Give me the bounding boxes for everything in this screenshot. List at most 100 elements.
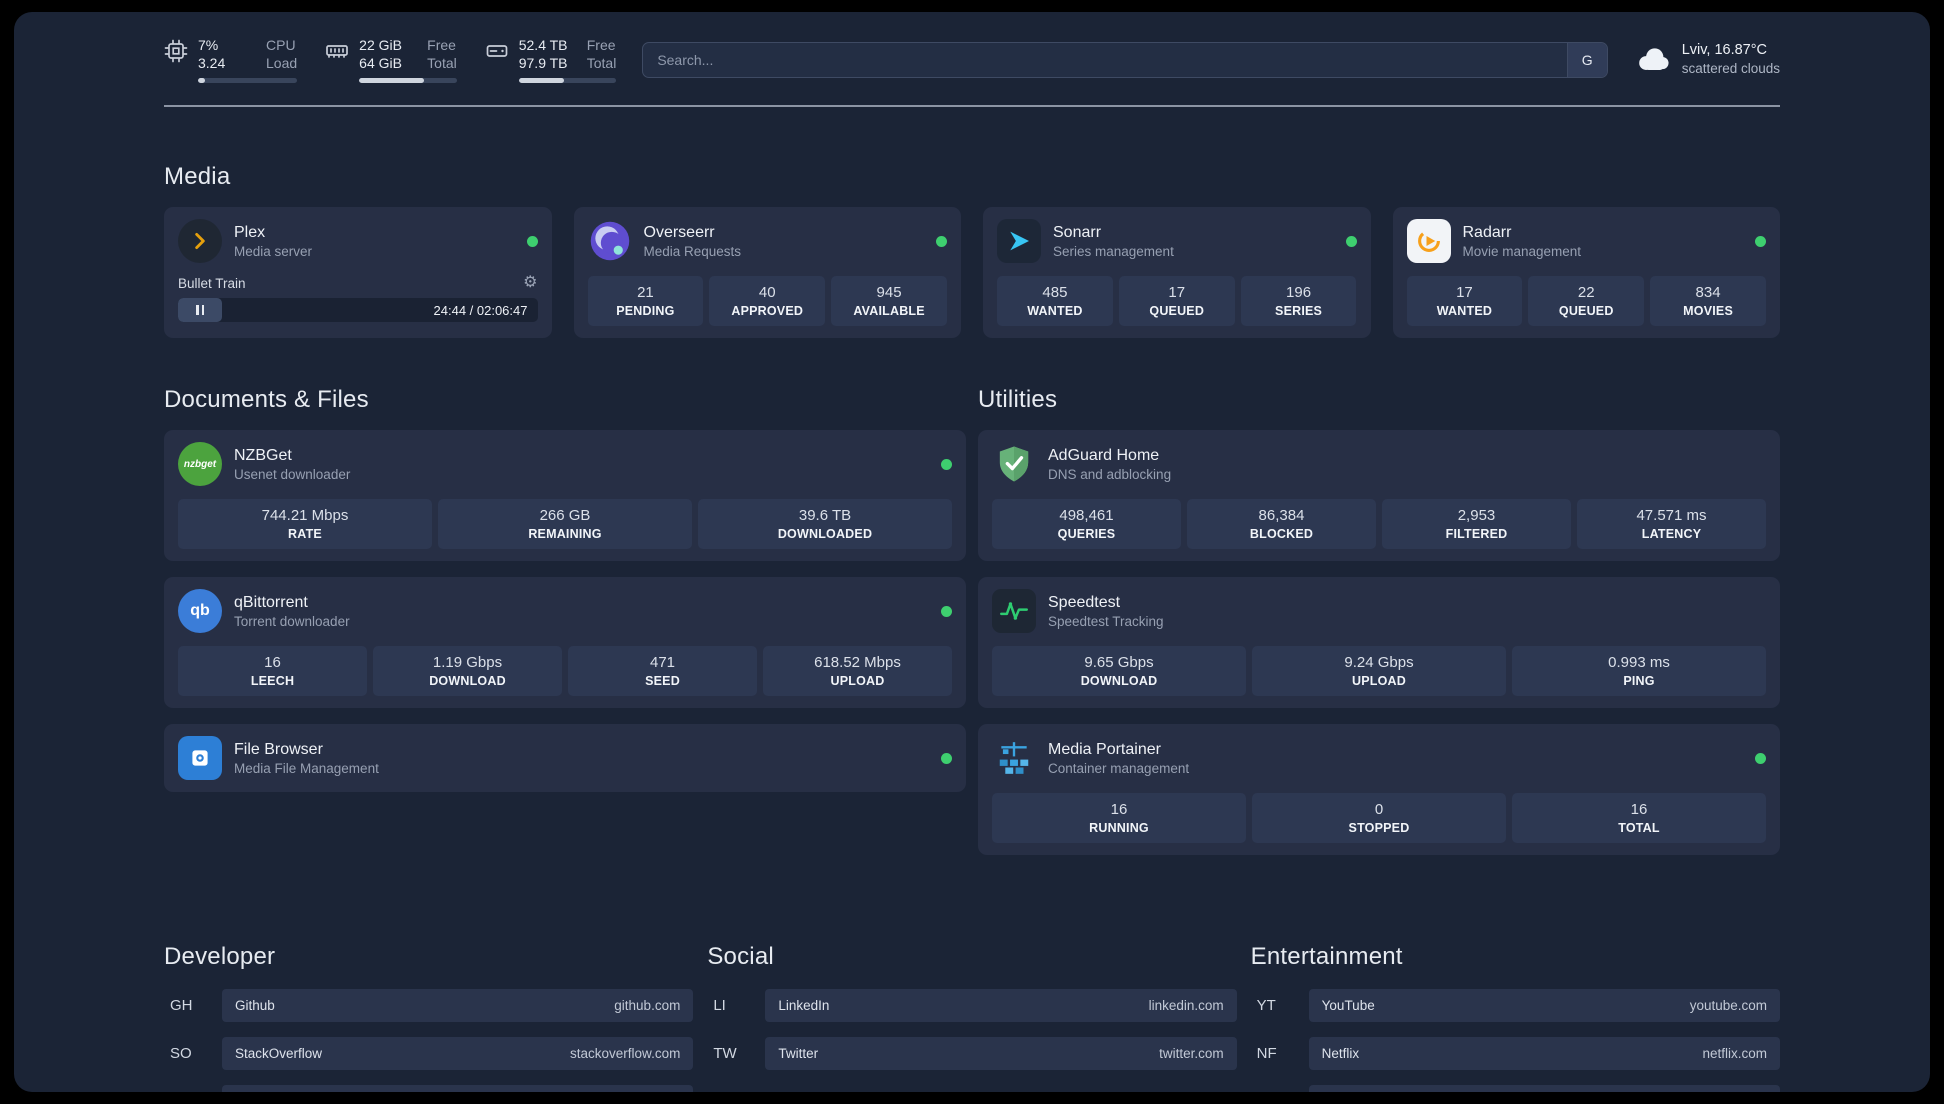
nzbget-icon: nzbget xyxy=(178,442,222,487)
app-name: Speedtest xyxy=(1048,593,1121,611)
stat-downloaded: 39.6 TB DOWNLOADED xyxy=(698,499,952,550)
bookmark-stackoverflow[interactable]: SO StackOverflow stackoverflow.com xyxy=(164,1037,694,1071)
app-card-adguard[interactable]: AdGuard Home DNS and adblocking 498,461 … xyxy=(978,430,1780,562)
bookmark-abbr: TW xyxy=(713,1045,737,1063)
bookmark-abbr: LI xyxy=(713,997,726,1015)
section-utilities: Utilities AdGuard Home DNS and adblockin… xyxy=(978,386,1780,856)
stat-leech: 16 LEECH xyxy=(178,646,367,697)
section-title-documents: Documents & Files xyxy=(164,386,369,414)
stat-download: 1.19 Gbps DOWNLOAD xyxy=(373,646,562,697)
bookmark-github[interactable]: GH Github github.com xyxy=(164,989,694,1023)
resource-widgets: 7% 3.24 CPU Load 22 GiB 64 GiB Free Tota… xyxy=(164,36,617,84)
stat-queued: 22 QUEUED xyxy=(1528,276,1645,327)
disk-free-label: Free xyxy=(586,37,616,53)
bookmark-reddit[interactable]: RE Reddit reddit.com xyxy=(1251,1085,1780,1092)
app-subtitle: Torrent downloader xyxy=(234,613,350,629)
bookmark-name: LinkedIn xyxy=(778,998,830,1014)
app-card-plex[interactable]: Plex Media server Bullet Train ⚙ 24:44 /… xyxy=(164,207,552,339)
pause-button[interactable] xyxy=(178,298,222,323)
search-bar: G xyxy=(642,41,1608,78)
bookmark-group-developer: Developer GH Github github.com SO StackO… xyxy=(164,943,694,1092)
status-dot xyxy=(1345,235,1357,247)
gear-icon[interactable]: ⚙ xyxy=(523,275,537,291)
section-title-social: Social xyxy=(707,943,774,971)
bookmark-name: YouTube xyxy=(1321,998,1375,1014)
bookmark-netflix[interactable]: NF Netflix netflix.com xyxy=(1251,1037,1780,1071)
status-dot xyxy=(941,458,952,470)
plex-now-playing: Bullet Train ⚙ 24:44 / 02:06:47 xyxy=(178,275,538,323)
memory-progress-fill xyxy=(359,78,424,84)
app-card-nzbget[interactable]: nzbget NZBGet Usenet downloader 744.21 M… xyxy=(164,430,966,562)
app-card-filebrowser[interactable]: File Browser Media File Management xyxy=(164,724,966,793)
bookmark-domain: netflix.com xyxy=(1702,1046,1767,1062)
search-provider-button[interactable]: G xyxy=(1566,42,1607,77)
app-name: Media Portainer xyxy=(1048,740,1161,758)
bookmark-group-entertainment: Entertainment YT YouTube youtube.com NF … xyxy=(1251,943,1780,1092)
adguard-icon xyxy=(992,442,1036,486)
stat-available: 945 AVAILABLE xyxy=(831,276,947,327)
app-subtitle: Series management xyxy=(1053,243,1174,259)
bookmark-abbr: YT xyxy=(1256,997,1276,1015)
app-name: Overseerr xyxy=(643,223,715,241)
search-input[interactable] xyxy=(643,42,1567,77)
weather-condition: scattered clouds xyxy=(1681,61,1780,77)
bookmark-twitter[interactable]: TW Twitter twitter.com xyxy=(707,1037,1237,1071)
app-card-radarr[interactable]: Radarr Movie management 17 WANTED 22 QUE… xyxy=(1392,207,1780,339)
app-subtitle: Usenet downloader xyxy=(234,466,351,482)
app-card-qbittorrent[interactable]: qb qBittorrent Torrent downloader 16 LEE… xyxy=(164,577,966,709)
memory-total-value: 64 GiB xyxy=(359,55,402,72)
bookmark-youtube[interactable]: YT YouTube youtube.com xyxy=(1251,989,1780,1023)
section-title-entertainment: Entertainment xyxy=(1250,943,1403,971)
playback-time: 24:44 / 02:06:47 xyxy=(433,302,528,318)
section-title-utilities: Utilities xyxy=(978,386,1058,414)
speedtest-icon xyxy=(992,589,1036,634)
status-dot xyxy=(941,605,952,617)
weather-widget[interactable]: Lviv, 16.87°C scattered clouds xyxy=(1634,41,1780,77)
app-subtitle: Speedtest Tracking xyxy=(1048,613,1164,629)
memory-progress-bar xyxy=(359,78,457,84)
bookmark-domain: youtube.com xyxy=(1689,998,1767,1014)
radarr-icon xyxy=(1406,219,1451,264)
bookmark-domain: stackoverflow.com xyxy=(570,1046,681,1062)
qbittorrent-icon: qb xyxy=(178,589,222,634)
disk-total-label: Total xyxy=(586,55,617,72)
app-subtitle: DNS and adblocking xyxy=(1048,466,1172,482)
stat-stopped: 0 STOPPED xyxy=(1252,793,1506,844)
app-name: File Browser xyxy=(234,740,323,758)
disk-progress-bar xyxy=(518,78,617,84)
bookmark-abbr: NF xyxy=(1256,1045,1277,1063)
cloud-icon xyxy=(1634,42,1672,77)
app-subtitle: Movie management xyxy=(1462,243,1582,259)
stat-queued: 17 QUEUED xyxy=(1118,276,1235,327)
bookmark-abbr: SO xyxy=(170,1045,192,1063)
stat-blocked: 86,384 BLOCKED xyxy=(1187,499,1376,550)
app-card-portainer[interactable]: Media Portainer Container management 16 … xyxy=(978,724,1780,856)
dashboard-screen: 7% 3.24 CPU Load 22 GiB 64 GiB Free Tota… xyxy=(14,12,1930,1092)
app-subtitle: Media Requests xyxy=(643,243,742,259)
app-card-overseerr[interactable]: Overseerr Media Requests 21 PENDING 40 A… xyxy=(573,207,961,339)
app-card-speedtest[interactable]: Speedtest Speedtest Tracking 9.65 Gbps D… xyxy=(978,577,1780,709)
sonarr-icon xyxy=(997,219,1041,264)
app-name: NZBGet xyxy=(234,446,292,464)
cpu-usage-value: 7% xyxy=(198,37,219,53)
app-name: AdGuard Home xyxy=(1048,446,1160,464)
memory-total-label: Total xyxy=(427,55,457,72)
stat-queries: 498,461 QUERIES xyxy=(992,499,1181,550)
status-dot xyxy=(1755,752,1766,764)
stat-seed: 471 SEED xyxy=(568,646,757,697)
bookmark-dev[interactable]: DT DEV dev.to xyxy=(164,1085,694,1092)
bookmark-linkedin[interactable]: LI LinkedIn linkedin.com xyxy=(707,989,1237,1023)
bookmark-domain: linkedin.com xyxy=(1148,998,1224,1014)
stat-pending: 21 PENDING xyxy=(587,276,704,327)
app-name: Sonarr xyxy=(1053,223,1102,241)
app-card-sonarr[interactable]: Sonarr Series management 485 WANTED 17 Q… xyxy=(983,207,1371,339)
app-name: Plex xyxy=(234,223,266,241)
app-subtitle: Container management xyxy=(1048,760,1190,776)
stat-wanted: 485 WANTED xyxy=(997,276,1113,327)
filebrowser-icon xyxy=(178,736,222,781)
stat-wanted: 17 WANTED xyxy=(1406,276,1523,327)
playback-progress-bar[interactable]: 24:44 / 02:06:47 xyxy=(178,298,538,323)
plex-icon xyxy=(178,219,222,264)
memory-free-label: Free xyxy=(427,37,456,53)
status-dot xyxy=(936,235,947,247)
